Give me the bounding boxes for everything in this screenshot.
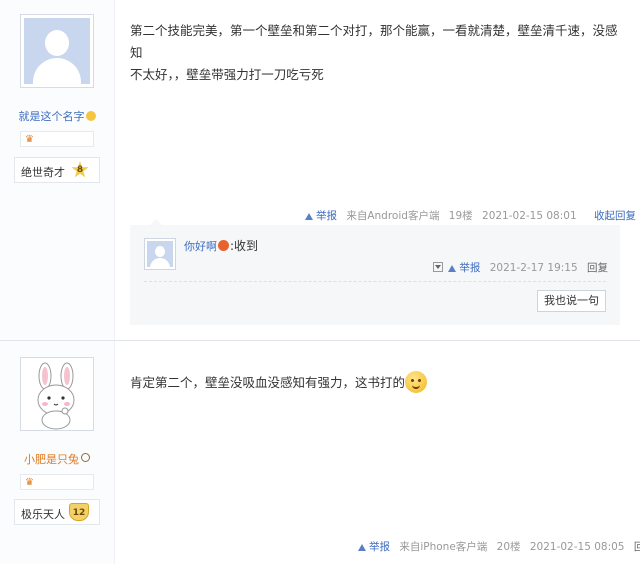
report-icon (448, 265, 457, 272)
post-content: 肯定第二个，壁垒没吸血没感知有强力，这书打的 (130, 371, 620, 394)
rabbit-avatar-icon (37, 362, 75, 430)
rank-title: 极乐天人 (21, 508, 65, 521)
report-icon (358, 544, 366, 551)
reply-avatar[interactable] (144, 238, 176, 270)
medal-bar[interactable]: ♛ (20, 474, 94, 490)
level-star-icon: 8 (71, 161, 89, 178)
rank-badge[interactable]: 绝世奇才 8 (14, 157, 100, 183)
post-floor-19: 就是这个名字 ♛ 绝世奇才 8 第二个技能完美，第一个壁垒和第二个对打，那个能赢… (0, 0, 640, 340)
reply-report-link[interactable]: 举报 (448, 262, 480, 274)
report-label[interactable]: 举报 (369, 541, 390, 553)
post-time: 2021-02-15 08:01 (482, 210, 577, 222)
post-meta: 举报 来自Android客户端 19楼 2021-02-15 08:01 收起回… (305, 208, 636, 223)
reply-report-label[interactable]: 举报 (459, 262, 480, 274)
floor-number: 20楼 (496, 541, 521, 553)
report-icon (305, 213, 313, 220)
reply-link[interactable]: 回复 (634, 541, 640, 553)
report-label[interactable]: 举报 (316, 210, 337, 222)
reply-section: 你好啊 :收到 举报 2021-2-17 19:15 回复 我也说一句 (130, 219, 620, 325)
say-something-button[interactable]: 我也说一句 (537, 290, 606, 312)
medal-bar[interactable]: ♛ (20, 131, 94, 147)
level-shield-icon: 12 (69, 503, 89, 521)
post-content: 第二个技能完美，第一个壁垒和第二个对打，那个能赢，一看就清楚，壁垒清千速，没感知… (130, 20, 620, 86)
reply-text: :收到 (230, 239, 259, 253)
post-content-line1: 第二个技能完美，第一个壁垒和第二个对打，那个能赢，一看就清楚，壁垒清千速，没感知 (130, 23, 618, 60)
user-avatar[interactable] (20, 14, 94, 88)
post-content-line2: 不太好，，壁垒带强力打一刀吃亏死 (130, 67, 324, 82)
rank-badge[interactable]: 极乐天人 12 (14, 499, 100, 525)
collapse-reply-link[interactable]: 收起回复 (594, 210, 636, 222)
post-time: 2021-02-15 08:05 (529, 541, 625, 553)
reply-author-text[interactable]: 你好啊 (184, 240, 217, 253)
username[interactable]: 就是这个名字 (0, 108, 114, 124)
angry-emoji-icon (218, 240, 229, 251)
magnifier-icon (81, 453, 90, 462)
dropdown-icon[interactable] (433, 262, 444, 272)
crown-medal-icon: ♛ (25, 134, 34, 145)
reply-author[interactable]: 你好啊 (184, 238, 229, 254)
client-source: 来自Android客户端 (346, 210, 440, 222)
username-text[interactable]: 就是这个名字 (19, 110, 85, 123)
post-meta: 举报 来自iPhone客户端 20楼 2021-02-15 08:05 回复 (358, 539, 640, 554)
smirk-emoji-icon (85, 111, 96, 121)
post-floor-20: 小肥是只兔 ♛ 极乐天人 12 肯定第二个，壁垒没吸血没感知有强力，这书打的 举… (0, 340, 640, 564)
client-source: 来自iPhone客户端 (399, 541, 488, 553)
username[interactable]: 小肥是只兔 (0, 451, 114, 467)
post-content-text: 肯定第二个，壁垒没吸血没感知有强力，这书打的 (130, 375, 406, 390)
crown-medal-icon: ♛ (25, 477, 34, 488)
floor-number: 19楼 (448, 210, 473, 222)
report-link[interactable]: 举报 (358, 541, 390, 553)
user-sidebar: 小肥是只兔 ♛ 极乐天人 12 (0, 341, 115, 564)
user-sidebar: 就是这个名字 ♛ 绝世奇才 8 (0, 0, 115, 340)
report-link[interactable]: 举报 (305, 210, 337, 222)
smug-emoji-icon (405, 371, 428, 393)
username-text[interactable]: 小肥是只兔 (24, 453, 79, 466)
reply-meta: 举报 2021-2-17 19:15 回复 (433, 260, 608, 275)
rank-title: 绝世奇才 (21, 166, 65, 179)
reply-time: 2021-2-17 19:15 (489, 262, 578, 274)
user-avatar[interactable] (20, 357, 94, 431)
reply-reply-link[interactable]: 回复 (587, 262, 608, 274)
